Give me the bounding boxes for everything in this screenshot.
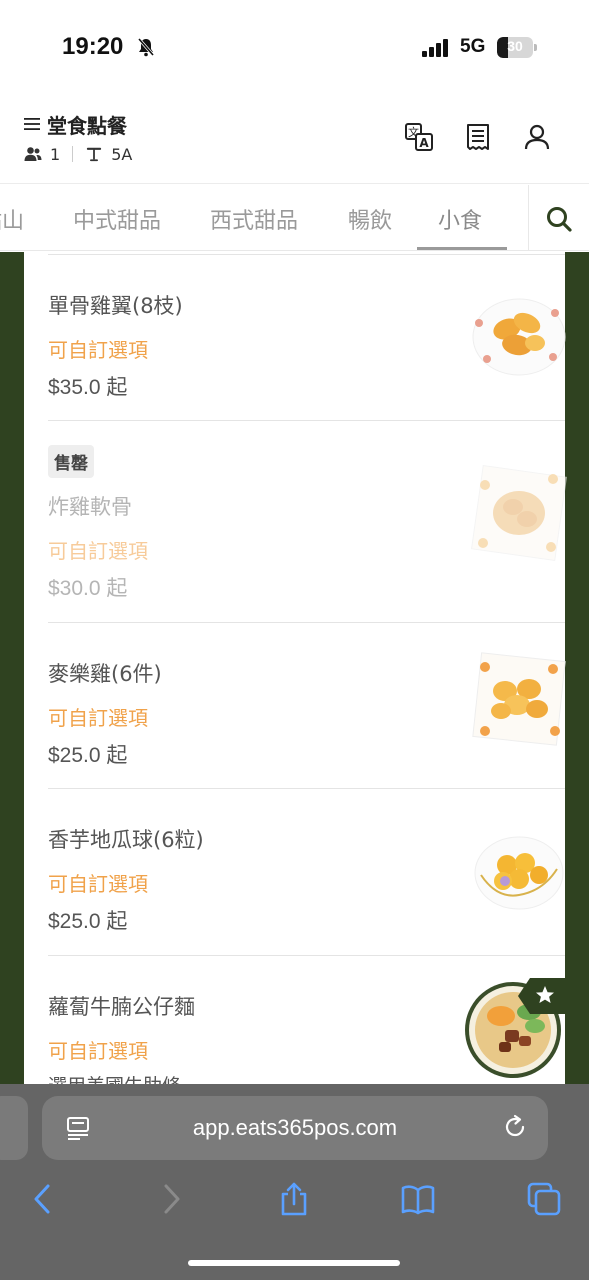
page-title[interactable]: 堂食點餐 xyxy=(47,110,127,139)
browser-toolbar: app.eats365pos.com xyxy=(0,1084,589,1280)
menu-list: 單骨雞翼(8枝) 可自訂選項 $35.0 起 售罄 炸雞軟骨 可自訂選項 $30… xyxy=(24,252,568,1084)
item-price: $25.0 起 xyxy=(48,744,128,767)
menu-area: 單骨雞翼(8枝) 可自訂選項 $35.0 起 售罄 炸雞軟骨 可自訂選項 $30… xyxy=(0,252,589,1084)
item-option: 可自訂選項 xyxy=(48,706,148,730)
item-name: 麥樂雞(6件) xyxy=(48,662,162,686)
receipt-icon[interactable] xyxy=(463,122,493,152)
active-tab-indicator xyxy=(417,247,507,250)
url-text[interactable]: app.eats365pos.com xyxy=(42,1115,548,1141)
fried-cartilage-image xyxy=(470,464,568,562)
tabs-icon[interactable] xyxy=(527,1182,561,1216)
reload-icon[interactable] xyxy=(502,1114,528,1140)
address-bar[interactable]: app.eats365pos.com xyxy=(42,1096,548,1160)
item-option: 可自訂選項 xyxy=(48,872,148,896)
signal-icon xyxy=(422,39,448,57)
tab-category-active[interactable]: 小食 xyxy=(438,203,482,235)
item-name: 炸雞軟骨 xyxy=(48,495,132,519)
chicken-wings-image xyxy=(472,298,566,376)
item-option: 可自訂選項 xyxy=(48,539,148,563)
item-name: 香芋地瓜球(6粒) xyxy=(48,828,204,852)
menu-icon[interactable] xyxy=(24,116,40,132)
item-price: $30.0 起 xyxy=(48,577,128,600)
taro-sweet-potato-balls-image xyxy=(474,836,564,910)
translate-icon[interactable]: 文 A xyxy=(404,122,434,152)
category-tabs: 點山 中式甜品 西式甜品 暢飲 小食 xyxy=(0,185,589,251)
forward-icon[interactable] xyxy=(154,1182,188,1216)
network-type: 5G xyxy=(460,36,486,57)
back-icon[interactable] xyxy=(26,1182,60,1216)
search-icon[interactable] xyxy=(545,205,573,233)
tab-category-0[interactable]: 點山 xyxy=(0,203,24,235)
previous-tab-preview[interactable] xyxy=(0,1096,28,1160)
status-bar: 19:20 5G 30 xyxy=(0,0,589,96)
bell-slash-icon xyxy=(137,38,155,57)
table-icon xyxy=(87,147,102,162)
app-header: 堂食點餐 1 5A 文 A xyxy=(0,96,589,184)
tab-category-2[interactable]: 西式甜品 xyxy=(210,203,298,235)
item-option: 可自訂選項 xyxy=(48,1039,148,1063)
bookmarks-icon[interactable] xyxy=(401,1182,435,1216)
home-indicator[interactable] xyxy=(188,1260,400,1266)
tab-category-1[interactable]: 中式甜品 xyxy=(73,203,161,235)
menu-item-sold-out[interactable]: 售罄 炸雞軟骨 可自訂選項 $30.0 起 xyxy=(48,421,568,623)
sold-out-badge: 售罄 xyxy=(48,445,94,478)
guest-count: 1 xyxy=(50,144,61,164)
tab-category-3[interactable]: 暢飲 xyxy=(348,203,392,235)
order-info: 1 5A xyxy=(24,144,132,164)
menu-item[interactable]: 蘿蔔牛腩公仔麵 可自訂選項 選用美國牛肋條 xyxy=(48,956,565,1084)
item-name: 蘿蔔牛腩公仔麵 xyxy=(48,995,195,1019)
menu-item[interactable]: 麥樂雞(6件) 可自訂選項 $25.0 起 xyxy=(48,623,566,789)
share-icon[interactable] xyxy=(277,1182,311,1216)
table-number: 5A xyxy=(111,144,133,164)
info-divider xyxy=(72,146,74,162)
user-icon[interactable] xyxy=(522,122,552,152)
item-price: $35.0 起 xyxy=(48,376,128,399)
status-time: 19:20 xyxy=(62,33,124,60)
chicken-nuggets-image xyxy=(472,652,566,746)
item-price: $25.0 起 xyxy=(48,910,128,933)
battery-percent: 30 xyxy=(507,38,523,54)
item-description: 選用美國牛肋條 xyxy=(48,1071,181,1084)
menu-item[interactable]: 單骨雞翼(8枝) 可自訂選項 $35.0 起 xyxy=(48,255,566,421)
guests-icon xyxy=(24,147,42,161)
battery-icon: 30 xyxy=(497,37,537,58)
item-name: 單骨雞翼(8枝) xyxy=(48,294,183,318)
svg-text:A: A xyxy=(419,136,429,150)
item-option: 可自訂選項 xyxy=(48,338,148,362)
recommended-star-icon xyxy=(518,978,565,1014)
tabs-divider xyxy=(528,185,529,250)
menu-item[interactable]: 香芋地瓜球(6粒) 可自訂選項 $25.0 起 xyxy=(48,789,565,956)
